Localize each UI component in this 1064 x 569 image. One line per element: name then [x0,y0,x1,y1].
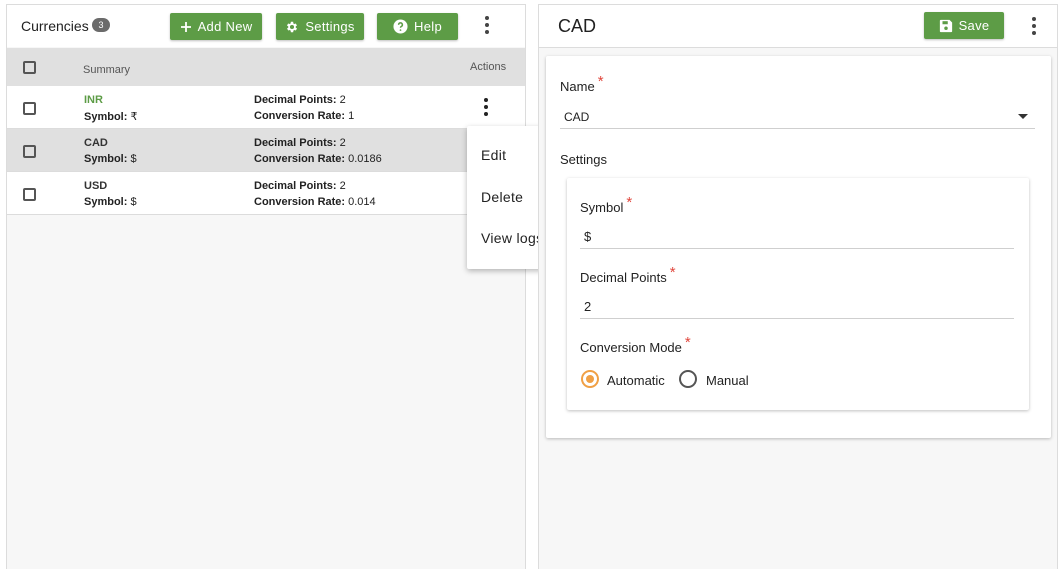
currency-list-panel: Currencies 3 Add New Settings Help Summa… [6,4,526,569]
column-actions: Actions [470,61,507,73]
list-title: Currencies [21,18,89,34]
currency-detail-panel: CAD Save Name * CAD Settings Symbol * $ De… [538,4,1058,569]
menu-item-edit[interactable]: Edit [481,147,506,163]
radio-automatic[interactable] [581,370,599,388]
currency-name-link[interactable]: INR [84,94,103,106]
decimal-points-underline [580,318,1014,319]
currency-decimal-points: Decimal Points: 2 [254,137,346,149]
detail-form: Name * CAD Settings Symbol * $ Decimal Poi… [546,56,1051,438]
currency-symbol: Symbol: $ [84,153,137,165]
detail-more-icon[interactable] [1024,14,1044,38]
count-badge: 3 [92,18,110,32]
list-header: Currencies 3 Add New Settings Help [7,5,525,47]
chevron-down-icon[interactable] [1018,114,1028,119]
decimal-points-input[interactable]: 2 [584,299,591,314]
currency-decimal-points: Decimal Points: 2 [254,180,346,192]
table-row[interactable]: CAD Symbol: $ Decimal Points: 2 Conversi… [7,129,525,172]
conversion-mode-label: Conversion Mode * [580,334,691,355]
currency-name[interactable]: USD [84,180,107,192]
radio-automatic-label: Automatic [607,373,665,388]
gear-icon [287,21,298,32]
add-new-label: Add New [197,19,253,34]
row-checkbox[interactable] [23,145,36,158]
radio-manual[interactable] [679,370,697,388]
select-all-checkbox[interactable] [23,61,36,74]
save-button[interactable]: Save [924,12,1004,39]
list-more-icon[interactable] [477,13,497,37]
table-row[interactable]: USD Symbol: $ Decimal Points: 2 Conversi… [7,172,525,215]
menu-item-delete[interactable]: Delete [481,189,523,205]
help-icon [393,19,408,34]
currency-symbol: Symbol: ₹ [84,111,138,123]
decimal-points-label: Decimal Points * [580,264,676,285]
currency-conversion-rate: Conversion Rate: 0.0186 [254,153,382,165]
add-new-button[interactable]: Add New [170,13,262,40]
plus-icon [180,21,191,32]
help-label: Help [414,19,442,34]
table-header: Summary Actions [7,48,525,86]
name-label: Name * [560,73,604,94]
name-select[interactable]: CAD [564,110,589,124]
settings-button[interactable]: Settings [276,13,364,40]
help-button[interactable]: Help [377,13,458,40]
detail-title: CAD [558,16,597,36]
currency-name[interactable]: CAD [84,137,108,149]
symbol-label: Symbol * [580,194,633,215]
currency-decimal-points: Decimal Points: 2 [254,94,346,106]
table-row[interactable]: INR Symbol: ₹ Decimal Points: 2 Conversi… [7,86,525,129]
currency-conversion-rate: Conversion Rate: 0.014 [254,196,376,208]
symbol-input[interactable]: $ [584,229,591,244]
detail-header: CAD Save [539,5,1057,48]
symbol-underline [580,248,1014,249]
currency-symbol: Symbol: $ [84,196,137,208]
settings-card: Symbol * $ Decimal Points * 2 Conversion M… [567,178,1029,410]
column-summary: Summary [83,64,131,76]
row-checkbox[interactable] [23,188,36,201]
radio-manual-label: Manual [706,373,749,388]
save-label: Save [958,18,990,33]
name-underline [560,128,1035,129]
settings-section-label: Settings [560,152,607,167]
row-actions-icon[interactable] [476,95,496,119]
save-icon [939,19,952,32]
row-checkbox[interactable] [23,102,36,115]
settings-label: Settings [305,19,355,34]
menu-item-view-logs[interactable]: View logs [481,230,543,246]
currency-conversion-rate: Conversion Rate: 1 [254,110,355,122]
